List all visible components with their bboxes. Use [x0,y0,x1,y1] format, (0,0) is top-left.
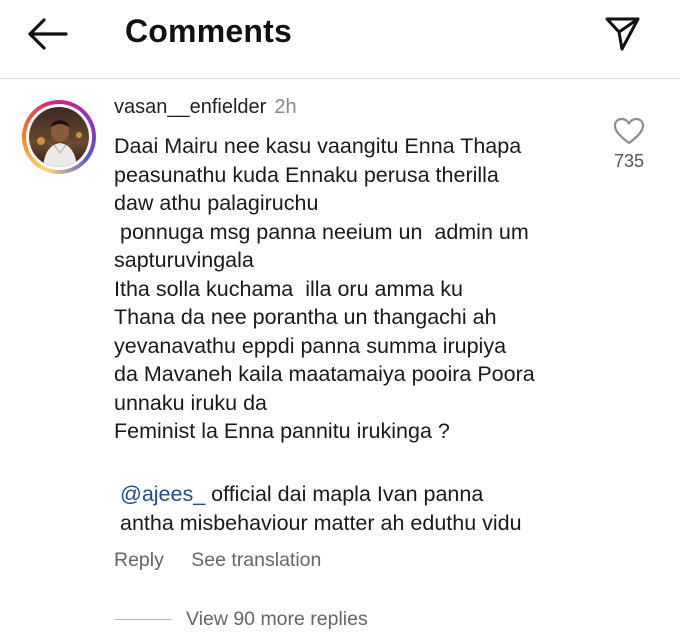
header-bar: Comments [0,0,680,70]
header-divider [0,78,680,79]
like-count: 735 [613,151,645,171]
comment-author[interactable]: vasan__enfielder 2h [114,96,297,119]
back-button[interactable] [22,14,72,54]
replies-divider-line [114,619,172,620]
page-title: Comments [125,13,292,49]
comment-actions: Reply See translation [114,549,343,572]
share-button[interactable] [600,12,644,54]
view-more-replies[interactable]: View 90 more replies [114,608,368,631]
comment-mention-block: @ajees_ official dai mapla Ivan panna an… [120,480,600,537]
mention-text-line2: antha misbehaviour matter ah eduthu vidu [120,510,522,535]
reply-button[interactable]: Reply [114,549,164,571]
mention-text: official dai mapla Ivan panna [205,482,484,506]
mention-link[interactable]: @ajees_ [120,482,205,506]
heart-outline-icon [613,117,645,145]
view-replies-label[interactable]: View 90 more replies [186,608,368,631]
see-translation-button[interactable]: See translation [191,549,321,571]
paper-plane-icon [605,17,640,51]
like-button[interactable] [612,116,646,146]
comment-time: 2h [274,96,297,118]
avatar [29,107,89,167]
username[interactable]: vasan__enfielder [114,96,266,118]
comment-body: Daai Mairu nee kasu vaangitu Enna Thapa … [114,134,535,443]
avatar-story-ring[interactable] [22,100,96,174]
arrow-left-icon [28,18,68,50]
